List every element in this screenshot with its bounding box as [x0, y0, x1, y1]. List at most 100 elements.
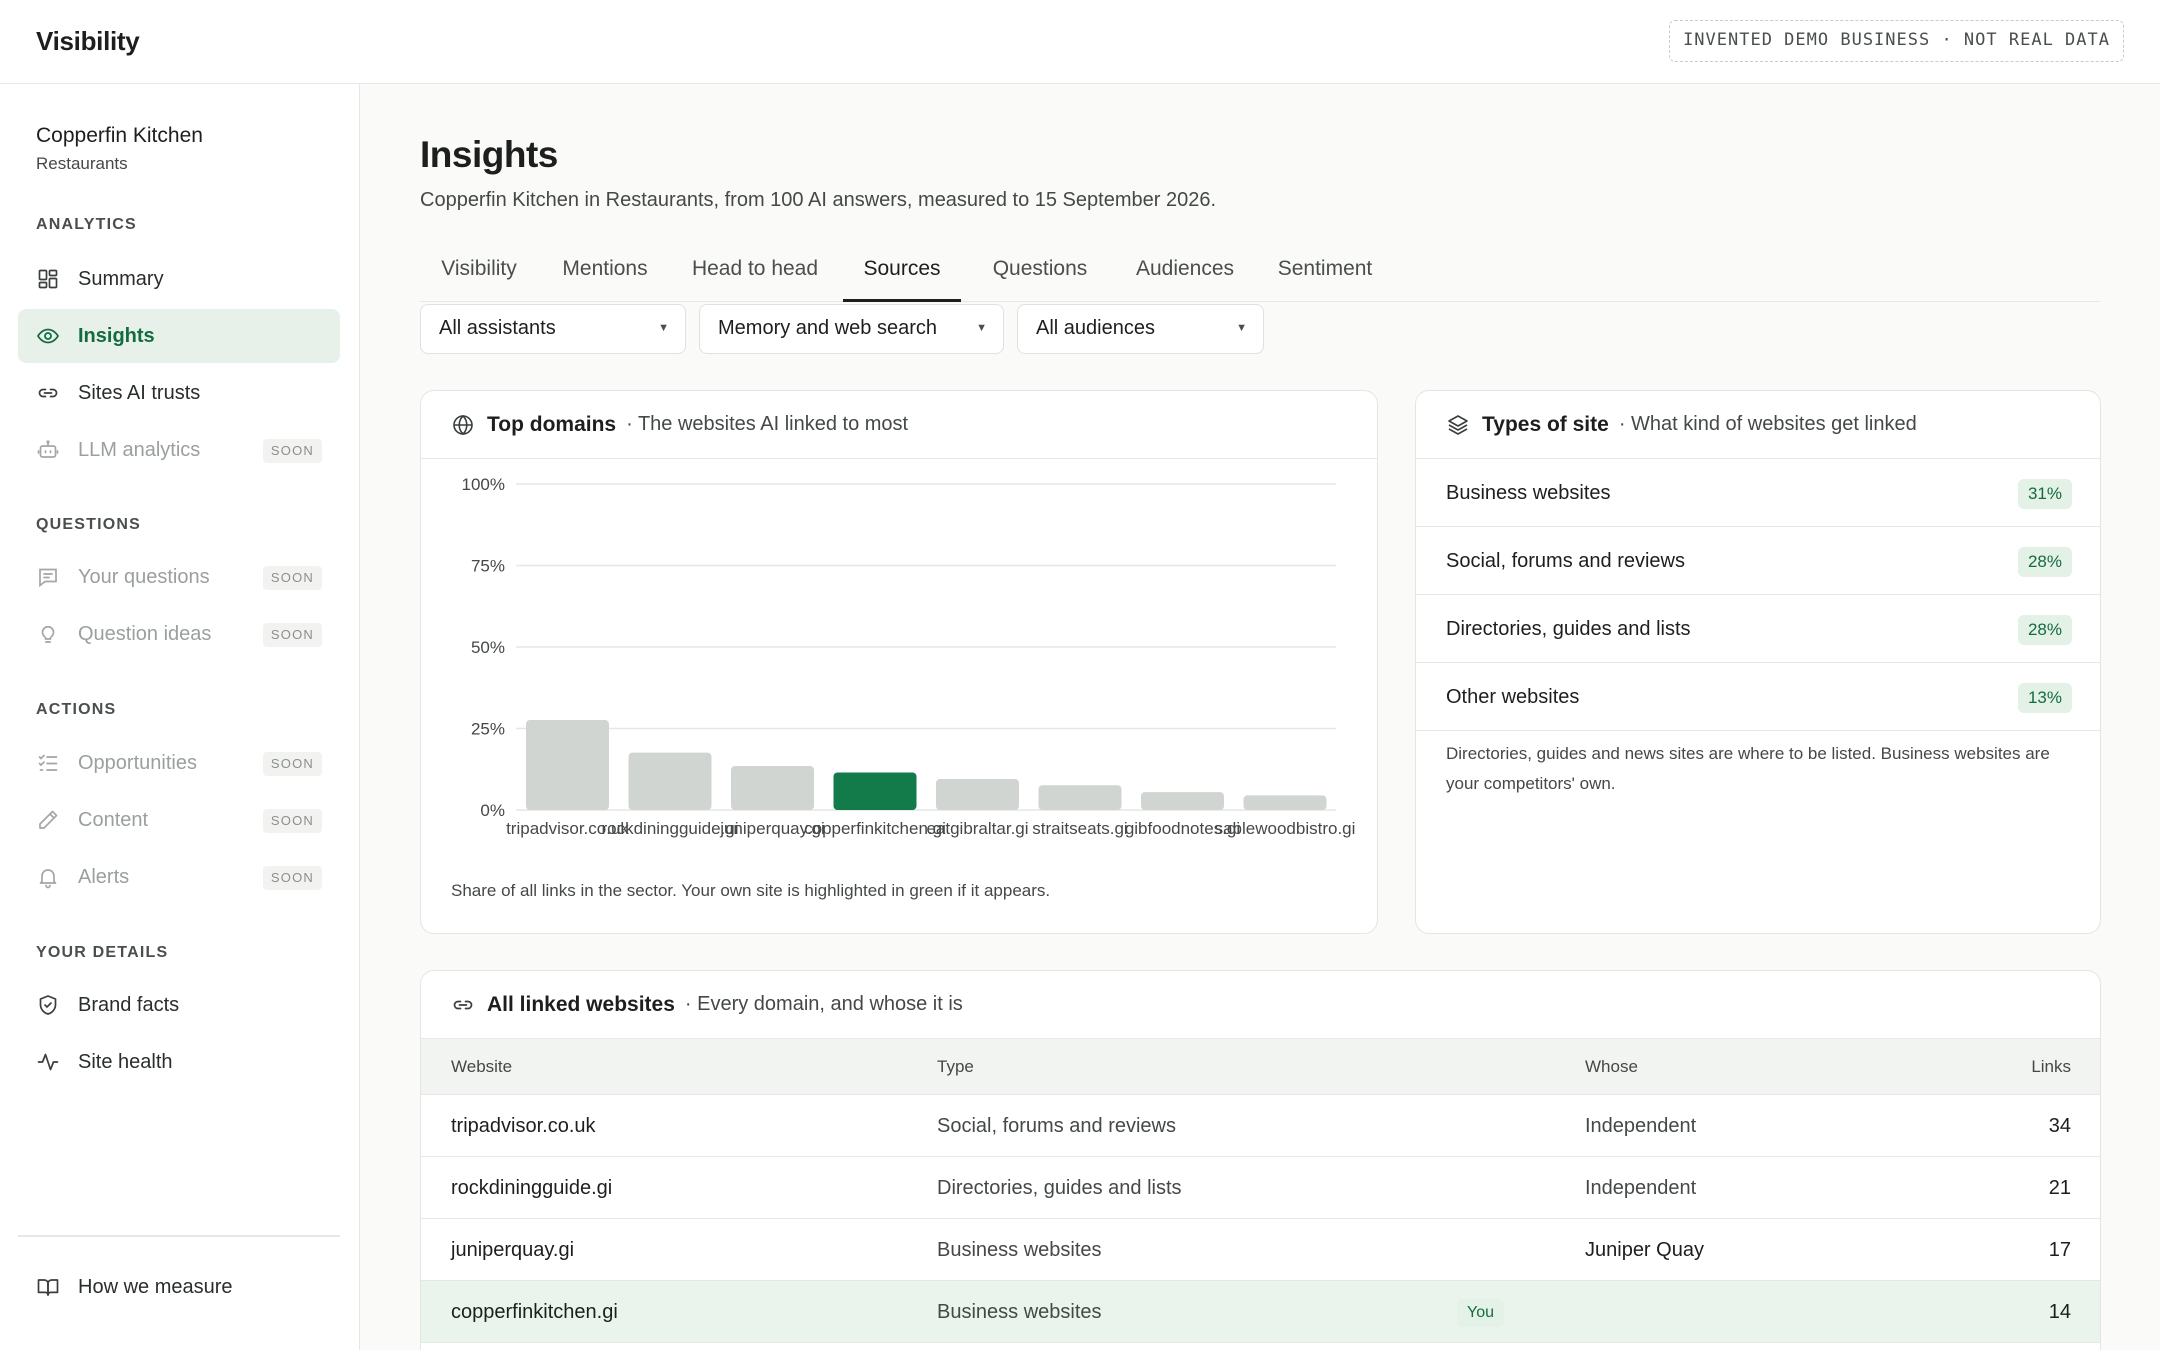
tab-questions[interactable]: Questions: [981, 234, 1099, 302]
sidebar-item-summary[interactable]: Summary: [18, 252, 340, 306]
message-square-icon: [36, 565, 60, 589]
x-tick-label: eatgibraltar.gi: [926, 819, 1028, 838]
sidebar-item-how-we-measure[interactable]: How we measure: [18, 1260, 340, 1314]
tab-head-to-head[interactable]: Head to head: [676, 234, 834, 302]
soon-badge: SOON: [262, 809, 322, 833]
top-domains-card: Top domains The websites AI linked to mo…: [420, 390, 1378, 934]
type-row: Directories, guides and lists 28%: [1416, 595, 2100, 663]
sidebar-item-label: Brand facts: [78, 993, 180, 1016]
types-of-site-note: Directories, guides and news sites are w…: [1446, 744, 2050, 793]
page-subtitle: Copperfin Kitchen in Restaurants, from 1…: [420, 189, 1216, 211]
y-tick-label: 100%: [462, 475, 505, 494]
caret-down-icon: ▼: [976, 322, 987, 334]
mode-filter[interactable]: Memory and web search ▼: [699, 304, 1004, 354]
type-percent-badge: 28%: [2017, 615, 2072, 645]
audience-filter-value: All audiences: [1036, 317, 1155, 339]
sidebar-item-question-ideas[interactable]: Question ideas SOON: [18, 607, 340, 661]
x-tick-label: straitseats.gi: [1032, 819, 1127, 838]
sidebar: Copperfin Kitchen Restaurants ANALYTICS …: [0, 84, 360, 1350]
cell-whose: Independent: [1585, 1115, 1697, 1137]
app-logo[interactable]: Visibility: [36, 26, 140, 57]
cell-type: Business websites: [937, 1301, 1102, 1323]
linked-websites-title: All linked websites: [487, 992, 675, 1016]
sidebar-item-site-health[interactable]: Site health: [18, 1035, 340, 1089]
bar: [936, 779, 1019, 810]
top-domains-chart: 0%25%50%75%100%tripadvisor.co.ukrockdini…: [462, 475, 1356, 838]
column-header-whose[interactable]: Whose: [1585, 1039, 1638, 1095]
sidebar-item-label: Insights: [78, 324, 155, 347]
cell-whose: Juniper Quay: [1585, 1239, 1704, 1261]
sidebar-item-opportunities[interactable]: Opportunities SOON: [18, 736, 340, 790]
top-domains-header: Top domains The websites AI linked to mo…: [421, 391, 1377, 459]
section-label-your-details: YOUR DETAILS: [36, 944, 169, 961]
sidebar-item-your-questions[interactable]: Your questions SOON: [18, 550, 340, 604]
you-badge: You: [1457, 1299, 1504, 1327]
sidebar-item-label: Your questions: [78, 565, 210, 588]
sidebar-item-alerts[interactable]: Alerts SOON: [18, 850, 340, 904]
types-of-site-card: Types of site What kind of websites get …: [1415, 390, 2101, 934]
column-header-links[interactable]: Links: [2031, 1039, 2071, 1095]
table-row[interactable]: tripadvisor.co.uk Social, forums and rev…: [421, 1095, 2100, 1157]
audience-filter[interactable]: All audiences ▼: [1017, 304, 1264, 354]
table-row[interactable]: rockdiningguide.gi Directories, guides a…: [421, 1157, 2100, 1219]
page-title: Insights: [420, 134, 558, 175]
linked-websites-subtitle: Every domain, and whose it is: [685, 993, 963, 1016]
tab-visibility[interactable]: Visibility: [420, 234, 538, 302]
assistant-filter-value: All assistants: [439, 317, 556, 339]
sidebar-item-label: Alerts: [78, 865, 130, 888]
soon-badge: SOON: [262, 752, 322, 776]
sidebar-item-label: Sites AI trusts: [78, 381, 201, 404]
tab-bar: Visibility Mentions Head to head Sources…: [420, 234, 2100, 302]
cell-website: rockdiningguide.gi: [451, 1177, 613, 1199]
soon-badge: SOON: [262, 566, 322, 590]
tab-sources[interactable]: Sources: [843, 234, 961, 302]
column-header-website[interactable]: Website: [451, 1039, 512, 1095]
eye-icon: [36, 324, 60, 348]
bar: [628, 752, 712, 810]
sidebar-item-insights[interactable]: Insights: [18, 309, 340, 363]
bell-icon: [36, 865, 60, 889]
type-percent-badge: 31%: [2017, 479, 2072, 509]
table-row-own-site[interactable]: copperfinkitchen.gi Business websites Yo…: [421, 1281, 2100, 1343]
sidebar-item-label: How we measure: [78, 1275, 233, 1298]
robot-icon: [36, 438, 60, 462]
sidebar-item-brand-facts[interactable]: Brand facts: [18, 978, 340, 1032]
x-tick-label: copperfinkitchen.gi: [804, 819, 946, 838]
business-name: Copperfin Kitchen: [36, 124, 203, 147]
cell-links: 17: [2048, 1239, 2071, 1261]
assistant-filter[interactable]: All assistants ▼: [420, 304, 686, 354]
sidebar-item-label: Summary: [78, 267, 164, 290]
mode-filter-value: Memory and web search: [718, 317, 937, 339]
column-header-type[interactable]: Type: [937, 1039, 974, 1095]
cell-type: Directories, guides and lists: [937, 1177, 1182, 1199]
bar: [833, 772, 917, 810]
types-of-site-header: Types of site What kind of websites get …: [1416, 391, 2100, 459]
sidebar-divider: [18, 1235, 340, 1237]
sidebar-item-sites-ai-trusts[interactable]: Sites AI trusts: [18, 366, 340, 420]
type-percent-badge: 28%: [2017, 547, 2072, 577]
tab-mentions[interactable]: Mentions: [546, 234, 664, 302]
layers-icon: [1446, 413, 1470, 437]
top-bar: Visibility INVENTED DEMO BUSINESS · NOT …: [0, 0, 2160, 84]
soon-badge: SOON: [262, 623, 322, 647]
bar: [1141, 792, 1224, 810]
type-label: Business websites: [1446, 482, 1611, 504]
main-content: Insights Copperfin Kitchen in Restaurant…: [360, 84, 2160, 1350]
bar: [526, 720, 609, 810]
link-icon: [451, 993, 475, 1017]
y-tick-label: 50%: [471, 638, 505, 657]
linked-websites-header: All linked websites Every domain, and wh…: [421, 971, 2100, 1039]
sidebar-item-label: Site health: [78, 1050, 173, 1073]
tab-audiences[interactable]: Audiences: [1120, 234, 1250, 302]
sidebar-item-label: Opportunities: [78, 751, 197, 774]
sidebar-item-content[interactable]: Content SOON: [18, 793, 340, 847]
table-row[interactable]: juniperquay.gi Business websites Juniper…: [421, 1219, 2100, 1281]
soon-badge: SOON: [262, 866, 322, 890]
tab-sentiment[interactable]: Sentiment: [1260, 234, 1390, 302]
bar: [1038, 785, 1122, 810]
bar: [731, 765, 814, 810]
cell-website: tripadvisor.co.uk: [451, 1115, 596, 1137]
cell-website: juniperquay.gi: [451, 1239, 575, 1261]
top-domains-note: Share of all links in the sector. Your o…: [451, 881, 1051, 900]
sidebar-item-llm-analytics[interactable]: LLM analytics SOON: [18, 423, 340, 477]
